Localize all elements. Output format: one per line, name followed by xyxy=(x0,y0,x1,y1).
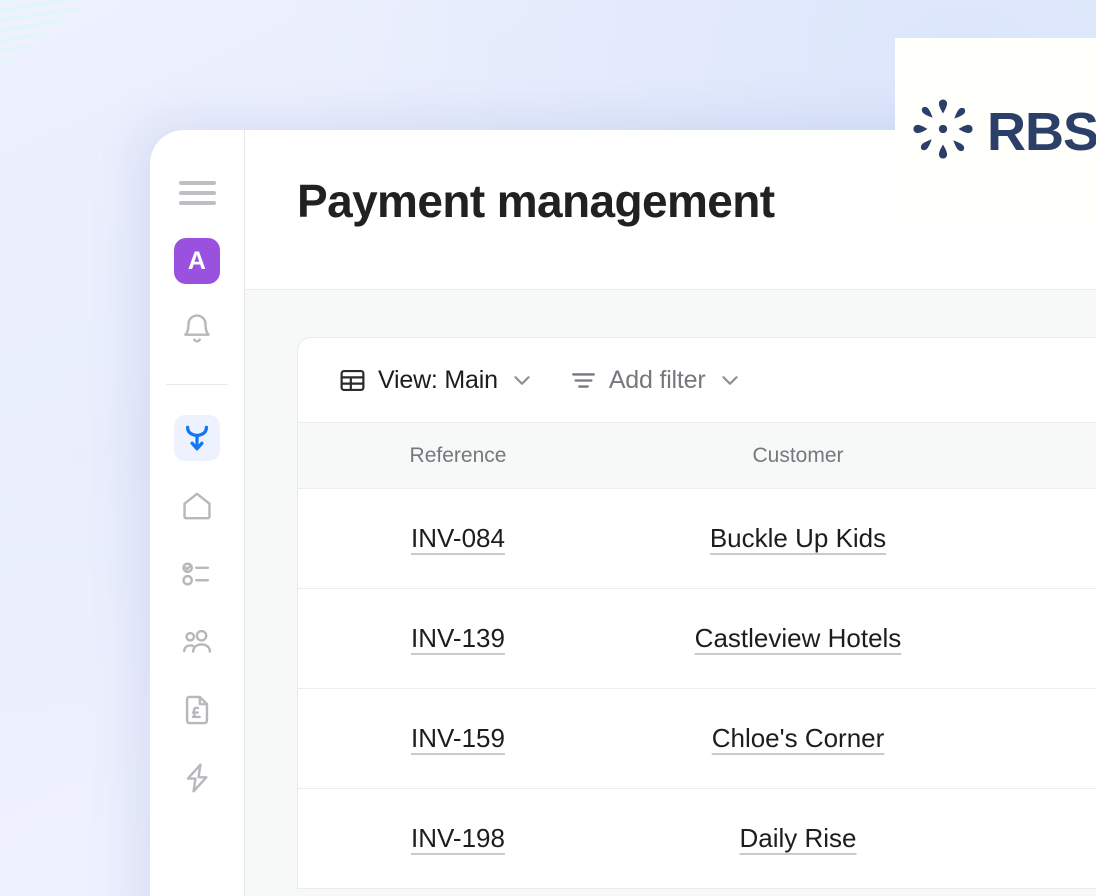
column-header-customer[interactable]: Customer xyxy=(618,423,978,488)
view-selector-button[interactable]: View: Main xyxy=(338,366,535,395)
cell-currency: GBP xyxy=(978,689,1096,788)
cell-customer: Castleview Hotels xyxy=(618,589,978,688)
cell-reference: INV-159 xyxy=(298,689,618,788)
content-area: View: Main Add filter Reference Customer… xyxy=(245,290,1096,896)
checklist-icon xyxy=(180,557,214,591)
main-content: Payment management View: Main Add filter… xyxy=(245,130,1096,896)
reference-link[interactable]: INV-198 xyxy=(411,823,505,854)
table-icon xyxy=(338,366,367,395)
cell-customer: Daily Rise xyxy=(618,789,978,888)
sidebar-item-automations[interactable] xyxy=(174,755,220,801)
cell-currency: GBP xyxy=(978,589,1096,688)
chevron-down-icon xyxy=(509,367,535,393)
sidebar-item-payments-flow[interactable] xyxy=(174,415,220,461)
chevron-down-icon xyxy=(717,367,743,393)
menu-toggle-button[interactable] xyxy=(174,170,220,216)
payments-table-card: View: Main Add filter Reference Customer… xyxy=(297,337,1096,889)
table-toolbar: View: Main Add filter xyxy=(298,338,1096,423)
filter-lines-icon xyxy=(569,366,598,395)
cell-reference: INV-084 xyxy=(298,489,618,588)
desktop-backdrop: A Payment management View: Main Add filt… xyxy=(0,0,1096,896)
decorative-streaks xyxy=(0,0,233,143)
sidebar-item-tasks[interactable] xyxy=(174,551,220,597)
table-row[interactable]: INV-139 Castleview Hotels GBP xyxy=(298,589,1096,689)
table-header-row: Reference Customer Currency xyxy=(298,423,1096,489)
sidebar-nav-rail: A xyxy=(150,130,245,896)
reference-link[interactable]: INV-084 xyxy=(411,523,505,554)
customer-link[interactable]: Daily Rise xyxy=(739,823,856,854)
avatar[interactable]: A xyxy=(174,238,220,284)
sidebar-item-customers[interactable] xyxy=(174,619,220,665)
document-pound-icon xyxy=(180,693,214,727)
lightning-bolt-icon xyxy=(180,761,214,795)
cell-customer: Buckle Up Kids xyxy=(618,489,978,588)
rbs-wordmark: RBS xyxy=(987,101,1096,162)
reference-link[interactable]: INV-139 xyxy=(411,623,505,654)
customer-link[interactable]: Castleview Hotels xyxy=(695,623,902,654)
bell-icon xyxy=(180,312,214,346)
home-icon xyxy=(180,489,214,523)
sidebar-divider xyxy=(166,384,228,385)
column-header-reference[interactable]: Reference xyxy=(298,423,618,488)
reference-link[interactable]: INV-159 xyxy=(411,723,505,754)
hamburger-icon xyxy=(178,181,216,205)
customer-link[interactable]: Chloe's Corner xyxy=(712,723,885,754)
table-row[interactable]: INV-159 Chloe's Corner GBP xyxy=(298,689,1096,789)
sidebar-item-invoices[interactable] xyxy=(174,687,220,733)
add-filter-label: Add filter xyxy=(608,365,706,394)
sidebar-item-home[interactable] xyxy=(174,483,220,529)
cell-currency: GBP xyxy=(978,789,1096,888)
table-body: INV-084 Buckle Up Kids GBP INV-139 xyxy=(298,489,1096,889)
view-selector-label: View: Main xyxy=(378,365,498,394)
cell-reference: INV-139 xyxy=(298,589,618,688)
customer-link[interactable]: Buckle Up Kids xyxy=(710,523,886,554)
cell-reference: INV-198 xyxy=(298,789,618,888)
cell-currency: GBP xyxy=(978,489,1096,588)
rbs-logo-panel: RBS xyxy=(895,38,1096,225)
sidebar-item-notifications[interactable] xyxy=(174,306,220,352)
add-filter-button[interactable]: Add filter xyxy=(569,366,743,395)
column-header-currency[interactable]: Currency xyxy=(978,423,1096,488)
table-row[interactable]: INV-084 Buckle Up Kids GBP xyxy=(298,489,1096,589)
rbs-daisy-icon xyxy=(912,98,974,165)
people-icon xyxy=(180,625,214,659)
merge-arrow-down-icon xyxy=(182,423,212,453)
cell-customer: Chloe's Corner xyxy=(618,689,978,788)
table-row[interactable]: INV-198 Daily Rise GBP xyxy=(298,789,1096,889)
application-window: A Payment management View: Main Add filt… xyxy=(150,130,1096,896)
